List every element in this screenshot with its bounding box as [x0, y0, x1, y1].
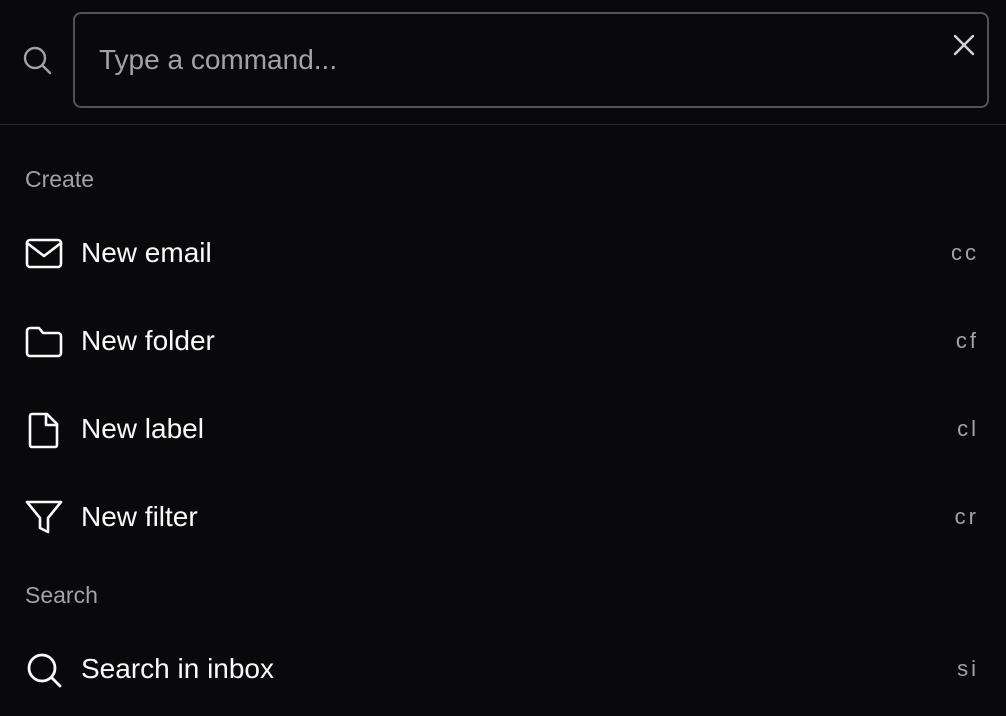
- command-header: [0, 0, 1006, 125]
- group-heading-create: Create: [25, 166, 95, 192]
- folder-icon: [25, 326, 63, 358]
- command-input-container: [73, 12, 989, 108]
- group-heading-search: Search: [25, 582, 98, 608]
- command-item-new-email[interactable]: New email cc: [0, 212, 1006, 292]
- command-input[interactable]: [99, 14, 919, 106]
- command-item-label: New label: [81, 413, 204, 444]
- mail-icon: [25, 238, 63, 269]
- file-icon: [28, 412, 59, 449]
- command-item-shortcut: si: [957, 656, 979, 681]
- close-icon[interactable]: [951, 32, 977, 58]
- command-item-shortcut: cl: [957, 416, 979, 441]
- search-icon: [23, 46, 52, 75]
- command-item-label: New email: [81, 237, 212, 268]
- filter-icon: [25, 500, 63, 534]
- command-item-shortcut: cc: [951, 240, 979, 265]
- command-item-new-folder[interactable]: New folder cf: [0, 300, 1006, 380]
- command-item-new-filter[interactable]: New filter cr: [0, 476, 1006, 556]
- command-item-label: New filter: [81, 501, 198, 532]
- command-item-shortcut: cr: [954, 504, 979, 529]
- command-item-label: Search in inbox: [81, 653, 275, 684]
- command-item-search-in-inbox[interactable]: Search in inbox si: [0, 628, 1006, 708]
- command-item-label: New folder: [81, 325, 215, 356]
- command-item-shortcut: cf: [955, 328, 979, 353]
- search-icon: [27, 653, 62, 688]
- command-item-new-label[interactable]: New label cl: [0, 388, 1006, 468]
